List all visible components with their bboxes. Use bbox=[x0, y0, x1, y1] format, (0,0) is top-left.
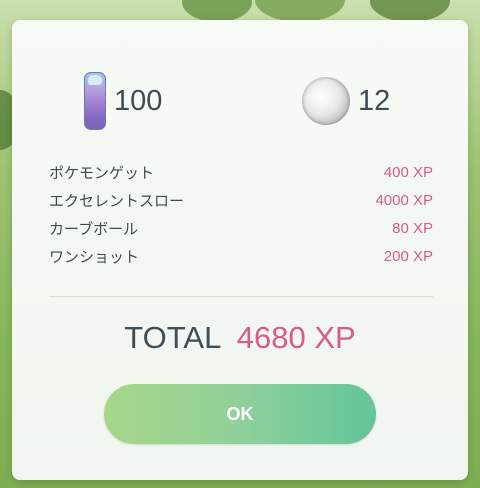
bonus-label: ワンショット bbox=[49, 247, 140, 266]
razz-berry-icon bbox=[84, 72, 106, 130]
bonus-list: ポケモンゲット 400 XP エクセレントスロー 4000 XP カーブボール … bbox=[49, 158, 433, 270]
catch-result-dialog: 100 12 ポケモンゲット 400 XP エクセレントスロー 4000 XP … bbox=[12, 20, 468, 480]
reward-count: 100 bbox=[114, 84, 163, 117]
bonus-xp: 400 XP bbox=[383, 163, 433, 181]
bonus-xp: 80 XP bbox=[392, 219, 433, 237]
bonus-xp: 4000 XP bbox=[375, 191, 433, 209]
reward-count: 12 bbox=[358, 84, 391, 117]
reward-item-stardust: 12 bbox=[302, 72, 390, 130]
tree-shape bbox=[370, 0, 450, 22]
bonus-label: エクセレントスロー bbox=[49, 191, 185, 210]
divider bbox=[49, 296, 433, 297]
total-xp: TOTAL 4680 XP bbox=[12, 320, 468, 356]
ok-button[interactable]: OK bbox=[104, 384, 376, 444]
bonus-label: カーブボール bbox=[49, 219, 139, 238]
bonus-row: ワンショット 200 XP bbox=[49, 242, 433, 270]
stardust-icon bbox=[302, 77, 350, 125]
total-label: TOTAL bbox=[124, 320, 221, 355]
tree-shape bbox=[255, 0, 345, 22]
bonus-row: ポケモンゲット 400 XP bbox=[49, 158, 433, 186]
reward-item-berry: 100 bbox=[84, 72, 162, 130]
bonus-label: ポケモンゲット bbox=[49, 163, 155, 182]
total-value: 4680 XP bbox=[236, 320, 356, 355]
bonus-row: カーブボール 80 XP bbox=[49, 214, 433, 242]
tree-shape bbox=[182, 0, 252, 22]
bonus-xp: 200 XP bbox=[383, 247, 433, 265]
bonus-row: エクセレントスロー 4000 XP bbox=[49, 186, 433, 214]
